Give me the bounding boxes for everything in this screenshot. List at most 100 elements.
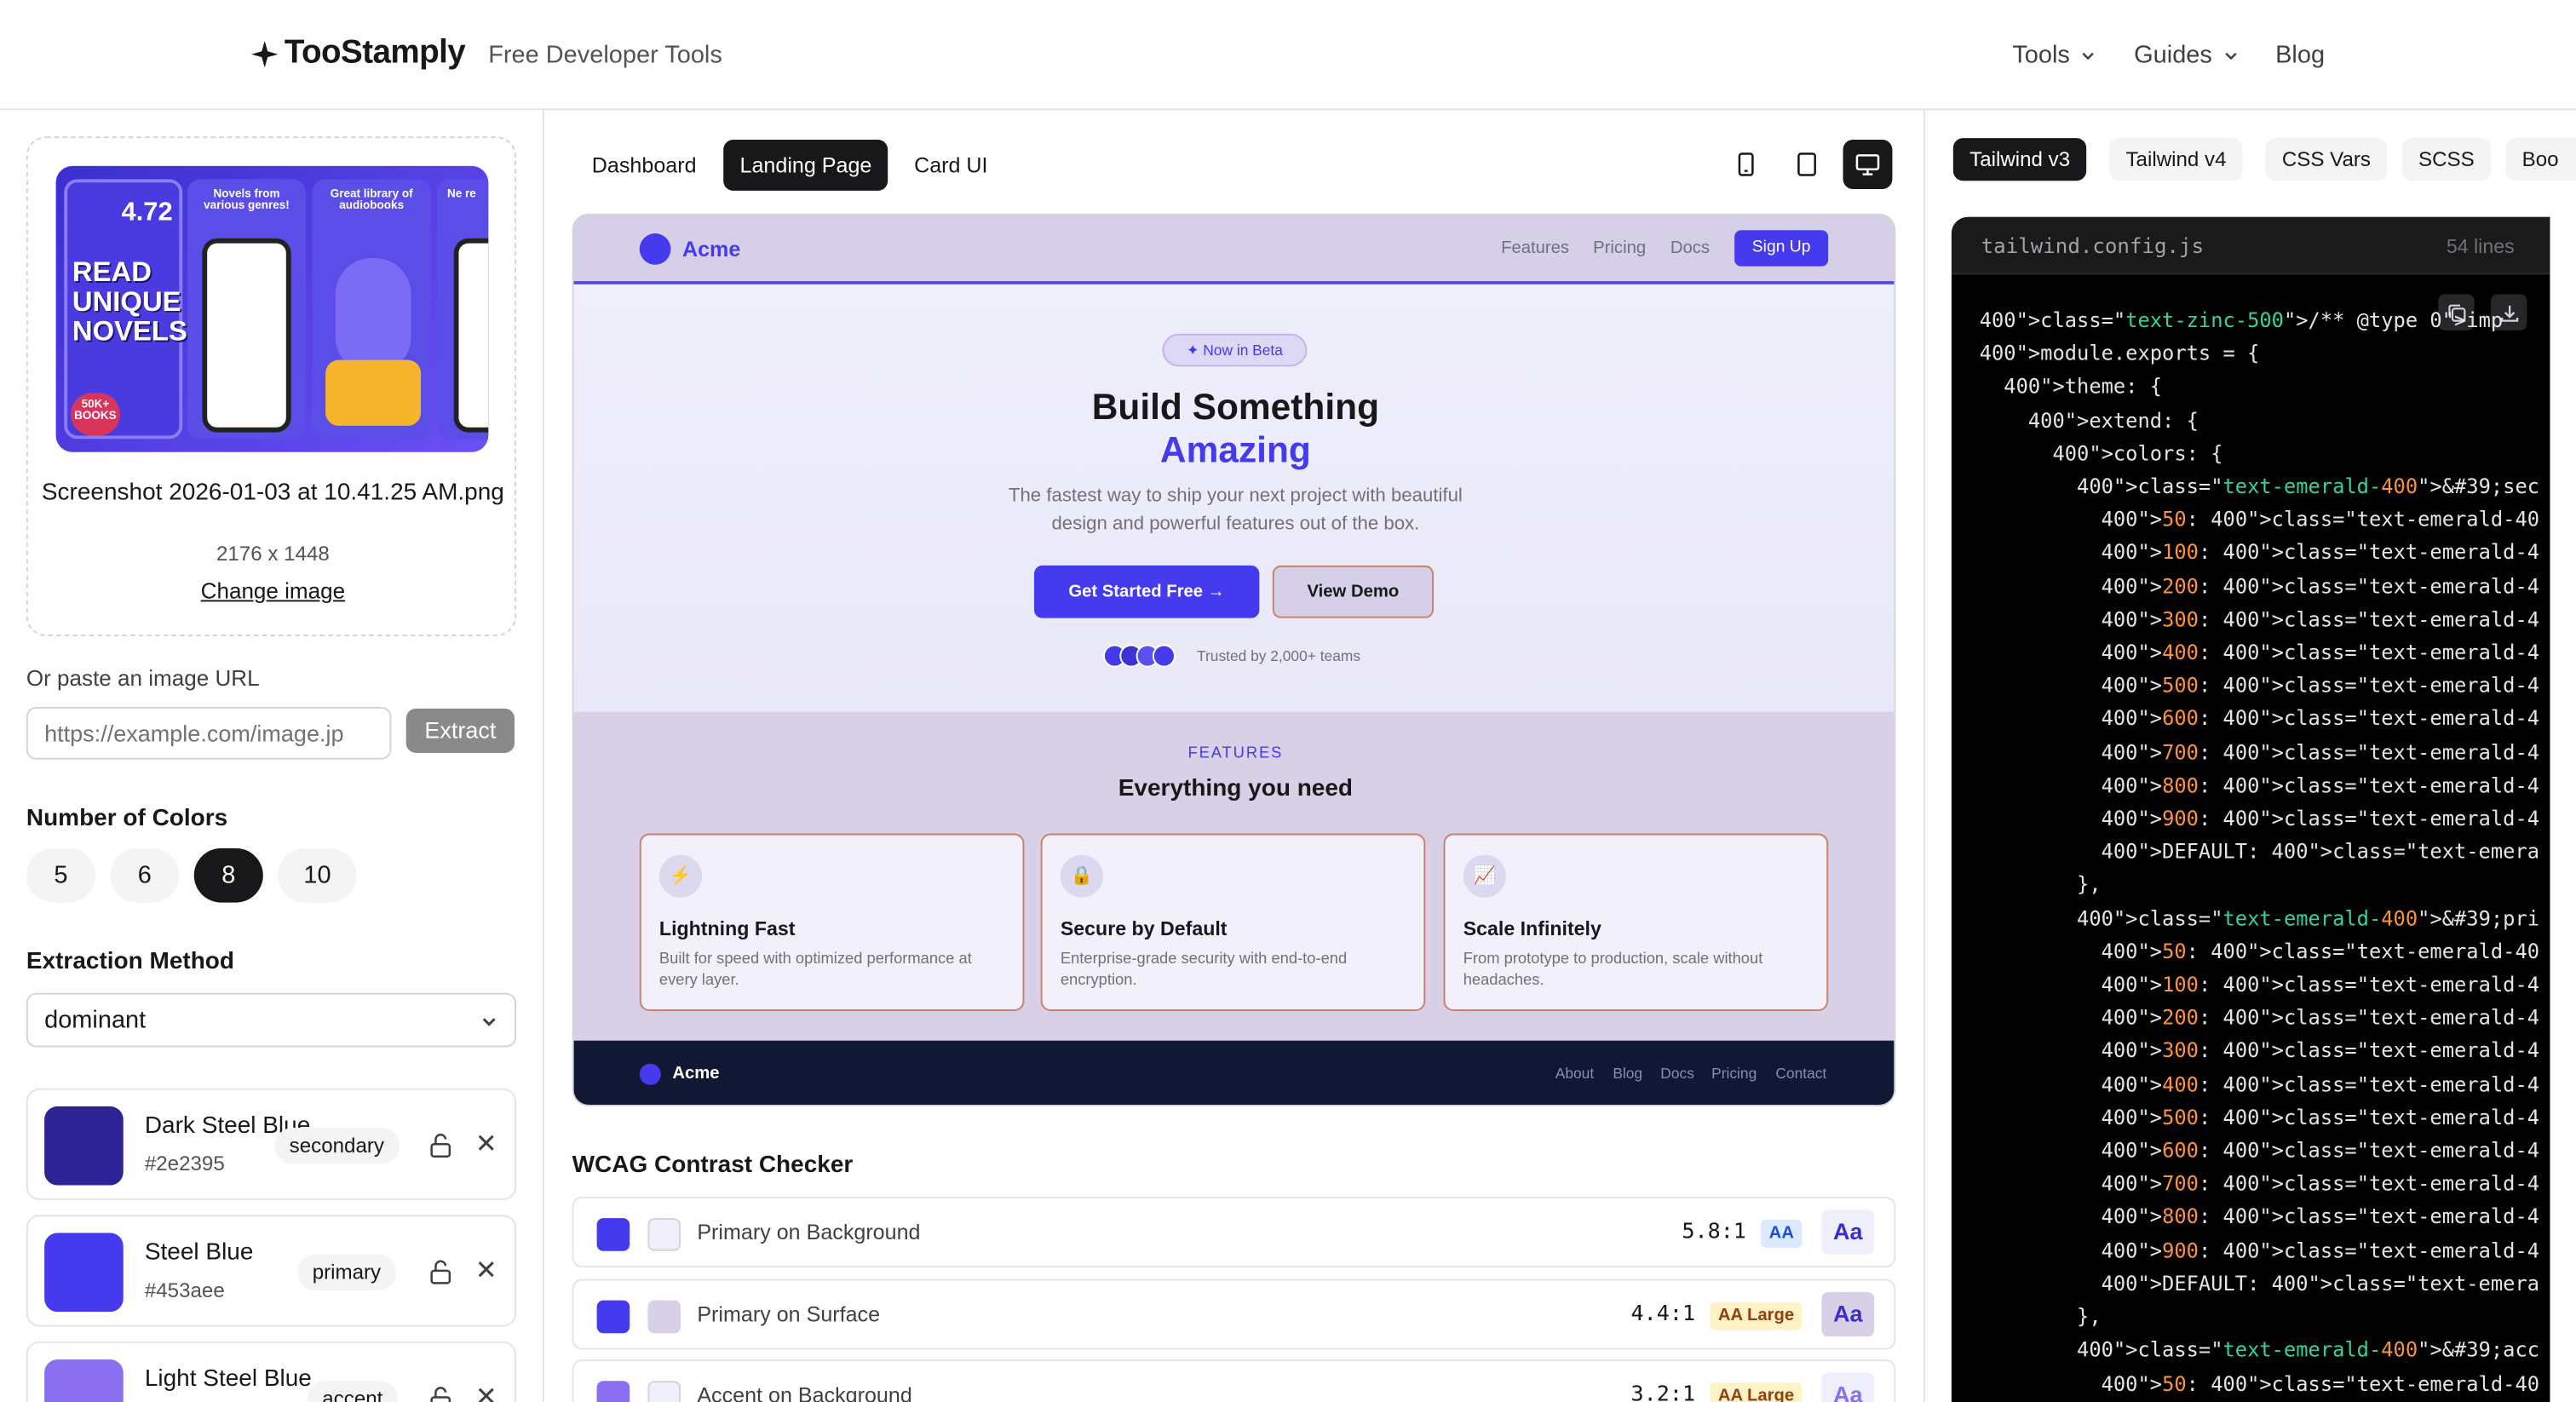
bg-swatch [647, 1381, 681, 1402]
thumb-caption: Novels from various genres! [204, 188, 290, 212]
code-content: 400">class="text-zinc-500">/** @type 0">… [1979, 308, 2540, 1395]
bg-swatch [647, 1218, 681, 1251]
chevron-down-icon [2082, 51, 2094, 60]
method-select[interactable]: dominant [26, 992, 517, 1048]
footer-logo-dot [639, 1063, 661, 1085]
tab-overflow[interactable]: Boo [2505, 138, 2576, 181]
thumb-chair [325, 359, 422, 426]
color-swatch-card[interactable]: Light Steel Blue #8a6ff0 accent ✕ [26, 1341, 517, 1402]
left-panel: 4.72 READ UNIQUE NOVELS 50K+ BOOKS Novel… [0, 110, 544, 1402]
mobile-view-button[interactable] [1722, 140, 1771, 189]
preview-features: FEATURES Everything you need ⚡ Lightning… [573, 711, 1895, 1041]
tablet-view-button[interactable] [1782, 140, 1831, 189]
preview-footer: Acme About Blog Docs Pricing Contact [573, 1040, 1895, 1105]
count-option-6[interactable]: 6 [110, 848, 180, 903]
tab-tailwind-v3[interactable]: Tailwind v3 [1952, 138, 2087, 181]
tab-landing-page[interactable]: Landing Page [723, 140, 888, 191]
contrast-title: WCAG Contrast Checker [572, 1152, 854, 1179]
feature-title: Scale Infinitely [1463, 916, 1601, 940]
hero-subtitle-2: design and powerful features out of the … [1051, 514, 1420, 535]
color-hex: #453aee [144, 1278, 225, 1302]
tab-dashboard[interactable]: Dashboard [576, 140, 713, 191]
image-url-input[interactable]: https://example.com/image.jp [26, 706, 392, 760]
preview-signup-button[interactable]: Sign Up [1734, 230, 1829, 267]
avatar [1152, 644, 1176, 668]
beta-badge: ✦ Now in Beta [1162, 333, 1308, 367]
lock-open-icon[interactable] [428, 1259, 454, 1285]
color-hex: #2e2395 [144, 1152, 225, 1175]
color-swatch-card[interactable]: Steel Blue #453aee primary ✕ [26, 1215, 517, 1327]
footer-link-blog[interactable]: Blog [1613, 1066, 1642, 1082]
nav-blog[interactable]: Blog [2275, 41, 2325, 69]
count-option-10[interactable]: 10 [278, 848, 357, 903]
monitor-icon [1855, 154, 1880, 175]
bg-swatch [647, 1300, 681, 1334]
wcag-badge: AA Large [1710, 1301, 1803, 1330]
count-option-5[interactable]: 5 [26, 848, 95, 903]
color-chip[interactable] [44, 1359, 124, 1402]
preview-nav-pricing[interactable]: Pricing [1593, 238, 1646, 258]
thumb-panel: Great library of audiobooks [312, 179, 431, 440]
nav-guides[interactable]: Guides [2134, 41, 2239, 69]
preview-navbar: Acme Features Pricing Docs Sign Up [573, 215, 1895, 284]
role-badge[interactable]: accent [307, 1381, 398, 1402]
thumb-rating: 4.72 [121, 198, 173, 227]
lock-open-icon[interactable] [428, 1386, 454, 1402]
color-chip[interactable] [44, 1232, 124, 1313]
tab-css-vars[interactable]: CSS Vars [2265, 138, 2388, 181]
nav-tools[interactable]: Tools [2012, 41, 2096, 69]
extract-button[interactable]: Extract [405, 708, 515, 753]
count-option-8[interactable]: 8 [193, 848, 263, 903]
tablet-icon [1797, 152, 1816, 176]
footer-link-contact[interactable]: Contact [1775, 1066, 1826, 1082]
tab-tailwind-v4[interactable]: Tailwind v4 [2109, 138, 2243, 181]
preview-hero: ✦ Now in Beta Build Something Amazing Th… [573, 284, 1895, 712]
contrast-row: Primary on Background 5.8:1 AA Aa [572, 1197, 1896, 1268]
preview-brand: Acme [681, 236, 741, 261]
tab-card-ui[interactable]: Card UI [898, 140, 1004, 191]
view-demo-button[interactable]: View Demo [1272, 565, 1434, 618]
tab-scss[interactable]: SCSS [2401, 138, 2492, 181]
contrast-sample: Aa [1821, 1291, 1875, 1337]
remove-icon[interactable]: ✕ [475, 1128, 497, 1161]
remove-icon[interactable]: ✕ [475, 1381, 497, 1402]
contrast-label: Primary on Background [697, 1220, 921, 1245]
lock-open-icon[interactable] [428, 1133, 454, 1159]
brand-logo[interactable]: TooStamply [250, 35, 466, 72]
remove-icon[interactable]: ✕ [475, 1255, 497, 1288]
role-badge[interactable]: secondary [274, 1127, 400, 1164]
lightning-icon: ⚡ [658, 854, 703, 898]
preview-nav-docs[interactable]: Docs [1670, 238, 1710, 258]
preview-nav-features[interactable]: Features [1501, 238, 1569, 258]
contrast-sample: Aa [1821, 1372, 1875, 1402]
thumb-panel: Ne re [437, 179, 489, 440]
footer-link-docs[interactable]: Docs [1660, 1066, 1694, 1082]
code-line-count: 54 lines [2446, 234, 2515, 259]
footer-link-about[interactable]: About [1555, 1066, 1594, 1082]
thumb-phone [453, 238, 489, 433]
footer-link-pricing[interactable]: Pricing [1711, 1066, 1757, 1082]
role-badge[interactable]: primary [297, 1254, 396, 1291]
color-chip[interactable] [44, 1106, 124, 1186]
chart-icon: 📈 [1463, 854, 1506, 898]
thumb-panel: 4.72 READ UNIQUE NOVELS 50K+ BOOKS [64, 179, 187, 440]
feature-title: Secure by Default [1060, 916, 1228, 940]
trusted-text: Trusted by 2,000+ teams [1197, 647, 1361, 664]
chevron-down-icon [2224, 51, 2236, 60]
thumb-big-text: READ UNIQUE NOVELS [72, 256, 187, 348]
desktop-view-button[interactable] [1843, 140, 1893, 189]
code-block: tailwind.config.js 54 lines 400">class="… [1951, 216, 2550, 1402]
features-title: Everything you need [1118, 775, 1354, 802]
url-label: Or paste an image URL [26, 665, 260, 691]
color-swatch-card[interactable]: Dark Steel Blue #2e2395 secondary ✕ [26, 1088, 517, 1200]
file-name: Screenshot 2026-01-03 at 10.41.25 AM.png [41, 480, 504, 507]
image-thumbnail[interactable]: 4.72 READ UNIQUE NOVELS 50K+ BOOKS Novel… [55, 165, 489, 452]
color-name: Light Steel Blue [144, 1365, 312, 1393]
get-started-button[interactable]: Get Started Free → [1033, 565, 1260, 618]
change-image-link[interactable]: Change image [28, 578, 518, 603]
wcag-badge: AA [1761, 1220, 1803, 1248]
contrast-row: Accent on Background 3.2:1 AA Large Aa [572, 1359, 1896, 1402]
feature-card: ⚡ Lightning Fast Built for speed with op… [639, 833, 1025, 1011]
brand-tagline: Free Developer Tools [488, 41, 722, 70]
feature-title: Lightning Fast [658, 916, 796, 940]
